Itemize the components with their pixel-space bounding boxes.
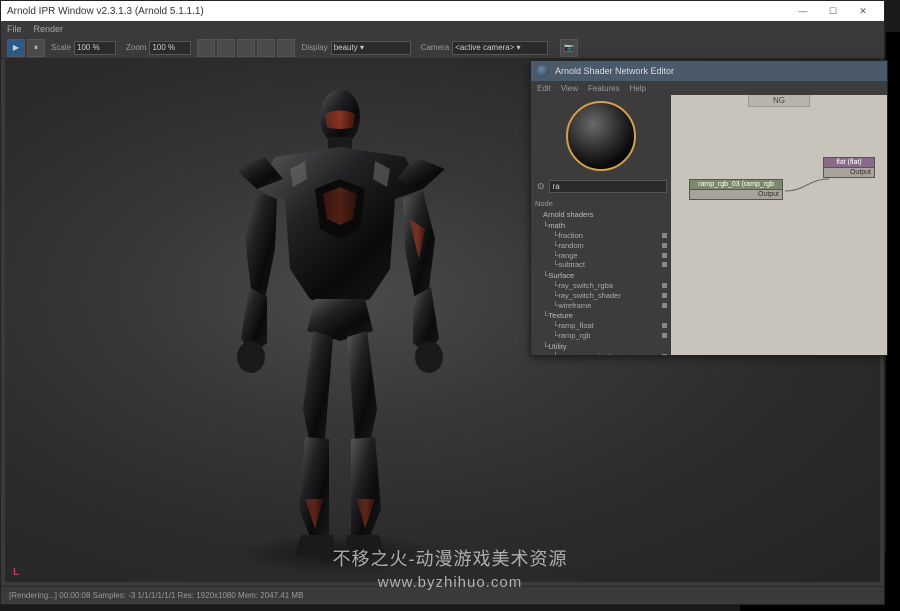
menu-file[interactable]: File: [7, 24, 22, 34]
play-button[interactable]: ▶: [7, 39, 25, 57]
menu-render[interactable]: Render: [34, 24, 64, 34]
zoom-label: Zoom: [126, 43, 146, 52]
shader-panel-title: Arnold Shader Network Editor: [555, 66, 674, 76]
tree-cat[interactable]: └Texture: [535, 310, 667, 321]
pause-button[interactable]: ⏸: [27, 39, 45, 57]
node-flat[interactable]: flat (flat) Output: [823, 157, 875, 178]
statusbar: [Rendering...] 00:00:08 Samples: -3 1/1/…: [1, 586, 884, 604]
material-preview-sphere[interactable]: [566, 101, 636, 171]
shader-graph[interactable]: NG ramp_rgb_03 (ramp_rgb Output flat (fl…: [671, 95, 887, 355]
camera-icon[interactable]: 📷: [560, 39, 578, 57]
sp-menu-help[interactable]: Help: [630, 84, 646, 93]
tree-item[interactable]: └fraction: [535, 231, 667, 241]
camera-label: Camera: [421, 43, 449, 52]
titlebar[interactable]: Arnold IPR Window v2.3.1.3 (Arnold 5.1.1…: [1, 1, 884, 21]
scale-field[interactable]: 100 %: [74, 41, 116, 55]
node-ramp-rgb-title: ramp_rgb_03 (ramp_rgb: [689, 179, 783, 190]
tree-item[interactable]: └ray_switch_rgba: [535, 281, 667, 291]
menubar: File Render: [1, 21, 884, 37]
rendered-robot: [195, 79, 485, 559]
tree-item[interactable]: └camera_projection: [535, 352, 667, 355]
shader-panel-icon: [537, 65, 549, 77]
tool-btn-2[interactable]: [217, 39, 235, 57]
tree-item[interactable]: └random: [535, 241, 667, 251]
scale-label: Scale: [51, 43, 71, 52]
sp-menu-features[interactable]: Features: [588, 84, 620, 93]
maximize-button[interactable]: ☐: [818, 1, 848, 21]
node-tree[interactable]: Node Arnold shaders └math└fraction└rando…: [531, 196, 671, 355]
node-connection-wire: [785, 177, 829, 193]
shader-panel-menubar: Edit View Features Help: [531, 81, 887, 95]
display-select[interactable]: beauty ▾: [331, 41, 411, 55]
background-right-strip: [886, 32, 900, 602]
axis-gizmo: L: [13, 567, 19, 578]
node-flat-output[interactable]: Output: [823, 168, 875, 178]
tree-item[interactable]: └wireframe: [535, 301, 667, 311]
shader-network-editor[interactable]: Arnold Shader Network Editor Edit View F…: [530, 60, 888, 356]
tool-btn-5[interactable]: [277, 39, 295, 57]
shader-panel-titlebar[interactable]: Arnold Shader Network Editor: [531, 61, 887, 81]
tree-item[interactable]: └subtract: [535, 260, 667, 270]
shader-node-palette: ⊙ Node Arnold shaders └math└fraction└ran…: [531, 95, 671, 355]
status-text: [Rendering...] 00:00:08 Samples: -3 1/1/…: [9, 591, 303, 600]
node-ramp-rgb[interactable]: ramp_rgb_03 (ramp_rgb Output: [689, 179, 783, 200]
tree-item[interactable]: └range: [535, 251, 667, 261]
zoom-field[interactable]: 100 %: [149, 41, 191, 55]
tree-cat[interactable]: └Utility: [535, 341, 667, 352]
node-flat-title: flat (flat): [823, 157, 875, 168]
sp-menu-edit[interactable]: Edit: [537, 84, 551, 93]
search-icon: ⊙: [537, 181, 545, 192]
tool-btn-1[interactable]: [197, 39, 215, 57]
toolbar: ▶ ⏸ Scale 100 % Zoom 100 % Display beaut…: [1, 37, 884, 59]
node-ramp-rgb-output[interactable]: Output: [689, 190, 783, 200]
tree-cat[interactable]: └Surface: [535, 270, 667, 281]
graph-tab[interactable]: NG: [748, 95, 810, 107]
close-button[interactable]: ✕: [848, 1, 878, 21]
minimize-button[interactable]: —: [788, 1, 818, 21]
tree-header: Node: [535, 198, 667, 209]
display-label: Display: [301, 43, 327, 52]
sp-menu-view[interactable]: View: [561, 84, 578, 93]
camera-select[interactable]: <active camera> ▾: [452, 41, 548, 55]
node-search-input[interactable]: [549, 180, 667, 193]
window-title: Arnold IPR Window v2.3.1.3 (Arnold 5.1.1…: [7, 6, 204, 17]
tool-btn-3[interactable]: [237, 39, 255, 57]
tree-item[interactable]: └ray_switch_shader: [535, 291, 667, 301]
tree-item[interactable]: └ramp_rgb: [535, 331, 667, 341]
tool-btn-4[interactable]: [257, 39, 275, 57]
tree-root[interactable]: Arnold shaders: [535, 209, 667, 220]
tree-cat[interactable]: └math: [535, 220, 667, 231]
tree-item[interactable]: └ramp_float: [535, 321, 667, 331]
